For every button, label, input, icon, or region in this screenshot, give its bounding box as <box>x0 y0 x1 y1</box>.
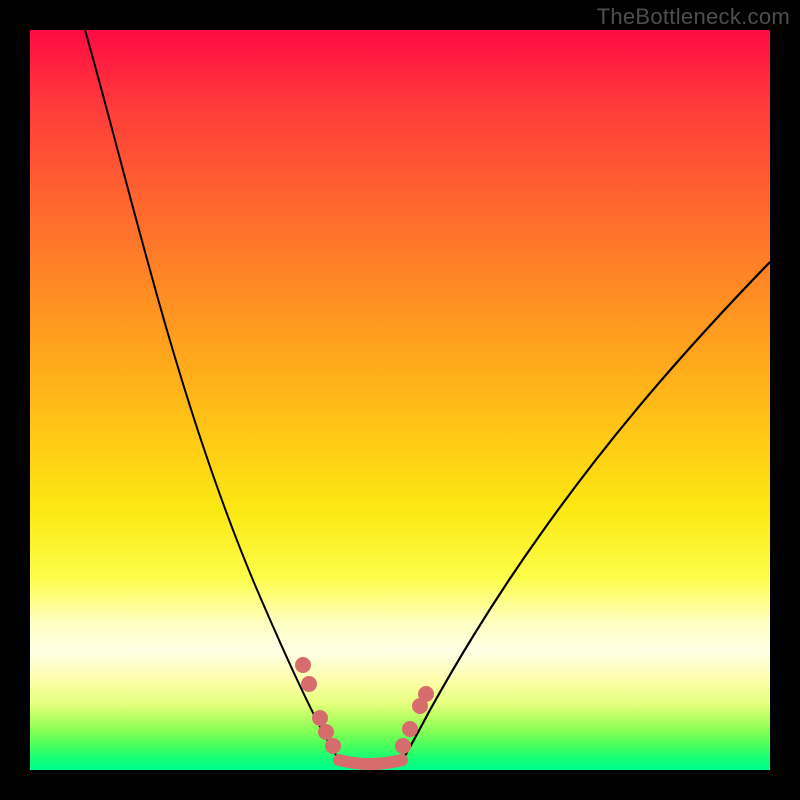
marker-left-2 <box>301 676 317 692</box>
right-branch-curve <box>400 262 770 764</box>
chart-frame: TheBottleneck.com <box>0 0 800 800</box>
left-branch-curve <box>85 30 342 764</box>
marker-left-4 <box>318 724 334 740</box>
marker-right-1 <box>395 738 411 754</box>
watermark-text: TheBottleneck.com <box>597 4 790 30</box>
marker-left-3 <box>312 710 328 726</box>
marker-right-4 <box>418 686 434 702</box>
marker-left-5 <box>325 738 341 754</box>
marker-left-1 <box>295 657 311 673</box>
plot-area <box>30 30 770 770</box>
trough-marker-band <box>339 760 402 764</box>
curve-layer <box>30 30 770 770</box>
marker-right-2 <box>402 721 418 737</box>
